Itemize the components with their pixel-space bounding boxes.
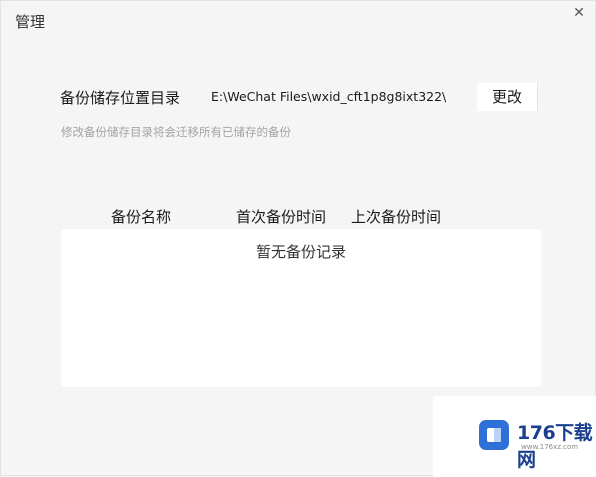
close-icon[interactable]: ✕ xyxy=(569,4,589,24)
change-location-button[interactable]: 更改 xyxy=(477,83,538,111)
site-watermark: 176下载网 www.176xz.com xyxy=(433,396,596,477)
backup-path-field: E:\WeChat Files\wxid_cft1p8g8ixt322\ xyxy=(201,84,451,110)
column-header-last-backup-time: 上次备份时间 xyxy=(351,208,442,226)
empty-state-text: 暂无备份记录 xyxy=(255,243,346,261)
box-logo-icon xyxy=(479,420,509,450)
backup-location-label: 备份储存位置目录 xyxy=(60,89,181,107)
column-header-backup-name: 备份名称 xyxy=(111,208,172,226)
backup-list: 暂无备份记录 xyxy=(61,229,541,387)
column-header-first-backup-time: 首次备份时间 xyxy=(236,208,327,226)
watermark-domain: www.176xz.com xyxy=(521,443,579,451)
backup-manage-window: 管理 ✕ 备份储存位置目录 E:\WeChat Files\wxid_cft1p… xyxy=(0,0,596,477)
window-title: 管理 xyxy=(15,13,46,31)
migration-hint: 修改备份储存目录将会迁移所有已储存的备份 xyxy=(61,125,291,139)
